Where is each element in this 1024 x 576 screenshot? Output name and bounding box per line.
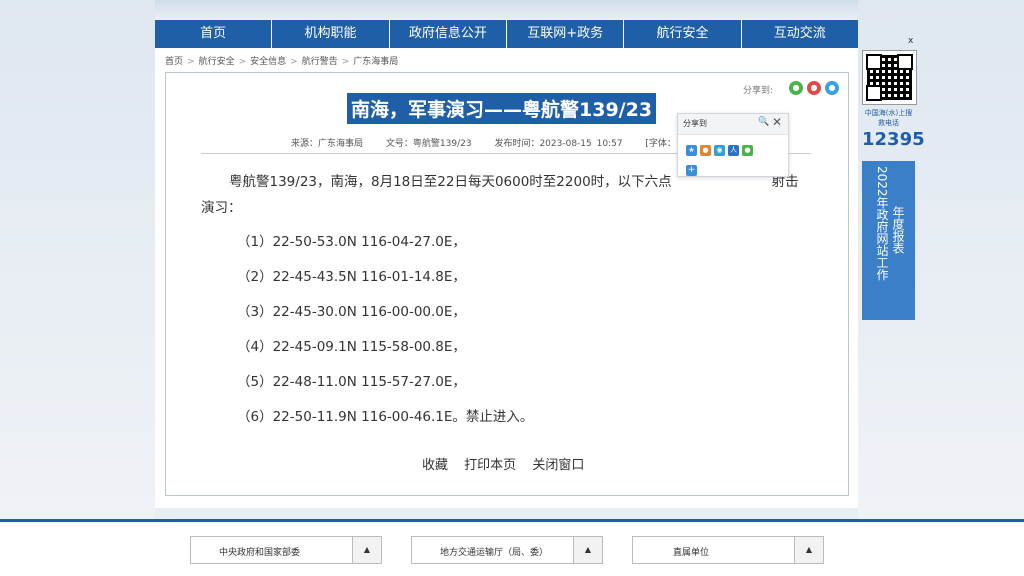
coordinate-list: （1）22-50-53.0N 116-04-27.0E， （2）22-45-43…: [201, 225, 813, 435]
article-body: 粤航警139/23，南海，8月18日至22日每天0600时至2200时，以下六点…: [201, 169, 813, 435]
close-icon[interactable]: ✕: [772, 115, 782, 129]
article-paragraph-cont: 演习：: [201, 200, 242, 216]
close-window-link[interactable]: 关闭窗口: [532, 458, 584, 473]
hotline-number: 12395: [862, 129, 925, 150]
chevron-up-icon[interactable]: ▲: [794, 537, 823, 563]
sidebar-close-icon[interactable]: x: [908, 36, 913, 46]
coordinate-point: （2）22-45-43.5N 116-01-14.8E，: [237, 269, 466, 285]
rescue-hotline: 中国海(水)上搜救电话 12395: [862, 108, 925, 152]
chevron-up-icon[interactable]: ▲: [352, 537, 381, 563]
share-popup-header: 分享到 🔍 ✕: [678, 114, 788, 135]
nav-gov-info[interactable]: 政府信息公开: [390, 20, 507, 48]
article-title: 南海，军事演习——粤航警139/23: [347, 93, 657, 124]
article-source: 来源：广东海事局: [291, 139, 364, 149]
wechat-icon[interactable]: ●: [789, 81, 803, 95]
hotline-caption: 中国海(水)上搜救电话: [864, 109, 913, 127]
select-local-transport[interactable]: 地方交通运输厅（局、委） ▲: [411, 536, 603, 564]
left-background: [0, 0, 155, 576]
weibo-tencent-icon[interactable]: ●: [700, 145, 711, 156]
search-icon[interactable]: 🔍: [758, 117, 769, 127]
print-link[interactable]: 打印本页: [464, 458, 516, 473]
coordinate-point: （6）22-50-11.9N 116-00-46.1E。禁止进入。: [237, 409, 534, 425]
footer: 中央政府和国家部委 ▲ 地方交通运输厅（局、委） ▲ 直属单位 ▲: [0, 522, 1024, 576]
nav-internet-gov[interactable]: 互联网+政务: [507, 20, 625, 48]
select-affiliated-units[interactable]: 直属单位 ▲: [632, 536, 824, 564]
font-size-control[interactable]: [字体：: [645, 139, 676, 149]
breadcrumb-safety-info[interactable]: 安全信息: [250, 57, 286, 67]
qzone-icon[interactable]: ★: [686, 145, 697, 156]
share-popup: 分享到 🔍 ✕ ★ ● ◉ 人 ● +: [677, 113, 789, 177]
share-popup-title: 分享到: [683, 119, 707, 128]
article-meta: 来源：广东海事局 文号：粤航警139/23 发布时间：2023-08-15 10…: [291, 136, 694, 149]
share-popup-icons: ★ ● ◉ 人 ●: [686, 145, 753, 156]
douban-icon[interactable]: ◉: [714, 145, 725, 156]
qr-code: [862, 50, 917, 105]
article-actions: 收藏 打印本页 关闭窗口: [422, 454, 596, 473]
main-nav: 首页 机构职能 政府信息公开 互联网+政务 航行安全 互动交流: [155, 20, 858, 48]
nav-interaction[interactable]: 互动交流: [742, 20, 858, 48]
wechat-icon[interactable]: ●: [742, 145, 753, 156]
article-doc-no: 文号：粤航警139/23: [385, 139, 472, 149]
share-label: 分享到:: [743, 86, 774, 96]
coordinate-point: （5）22-48-11.0N 115-57-27.0E，: [237, 374, 466, 390]
breadcrumb-guangdong-msa[interactable]: 广东海事局: [353, 57, 398, 67]
favorite-link[interactable]: 收藏: [422, 458, 448, 473]
coordinate-point: （1）22-50-53.0N 116-04-27.0E，: [237, 234, 466, 250]
breadcrumb: 首页 > 航行安全 > 安全信息 > 航行警告 > 广东海事局: [165, 57, 399, 67]
nav-home[interactable]: 首页: [155, 20, 273, 48]
chevron-up-icon[interactable]: ▲: [573, 537, 602, 563]
coordinate-point: （4）22-45-09.1N 115-58-00.8E，: [237, 339, 466, 355]
more-share-icon[interactable]: +: [686, 165, 697, 176]
nav-functions[interactable]: 机构职能: [272, 20, 390, 48]
qq-icon[interactable]: ●: [825, 81, 839, 95]
report-title-left: 2022年政府网站工作: [875, 166, 889, 281]
weibo-icon[interactable]: ●: [807, 81, 821, 95]
annual-report-banner[interactable]: 2022年政府网站工作 年度报表: [862, 161, 915, 320]
breadcrumb-navigation-safety[interactable]: 航行安全: [199, 57, 235, 67]
nav-navigation-safety[interactable]: 航行安全: [624, 20, 742, 48]
report-title-right: 年度报表: [891, 206, 905, 254]
select-central-gov[interactable]: 中央政府和国家部委 ▲: [190, 536, 382, 564]
article-published: 发布时间：2023-08-15 10:57: [494, 139, 623, 149]
share-icons: ● ● ●: [789, 81, 839, 95]
breadcrumb-home[interactable]: 首页: [165, 57, 183, 67]
breadcrumb-nav-warning[interactable]: 航行警告: [302, 57, 338, 67]
renren-icon[interactable]: 人: [728, 145, 739, 156]
coordinate-point: （3）22-45-30.0N 116-00-00.0E，: [237, 304, 466, 320]
